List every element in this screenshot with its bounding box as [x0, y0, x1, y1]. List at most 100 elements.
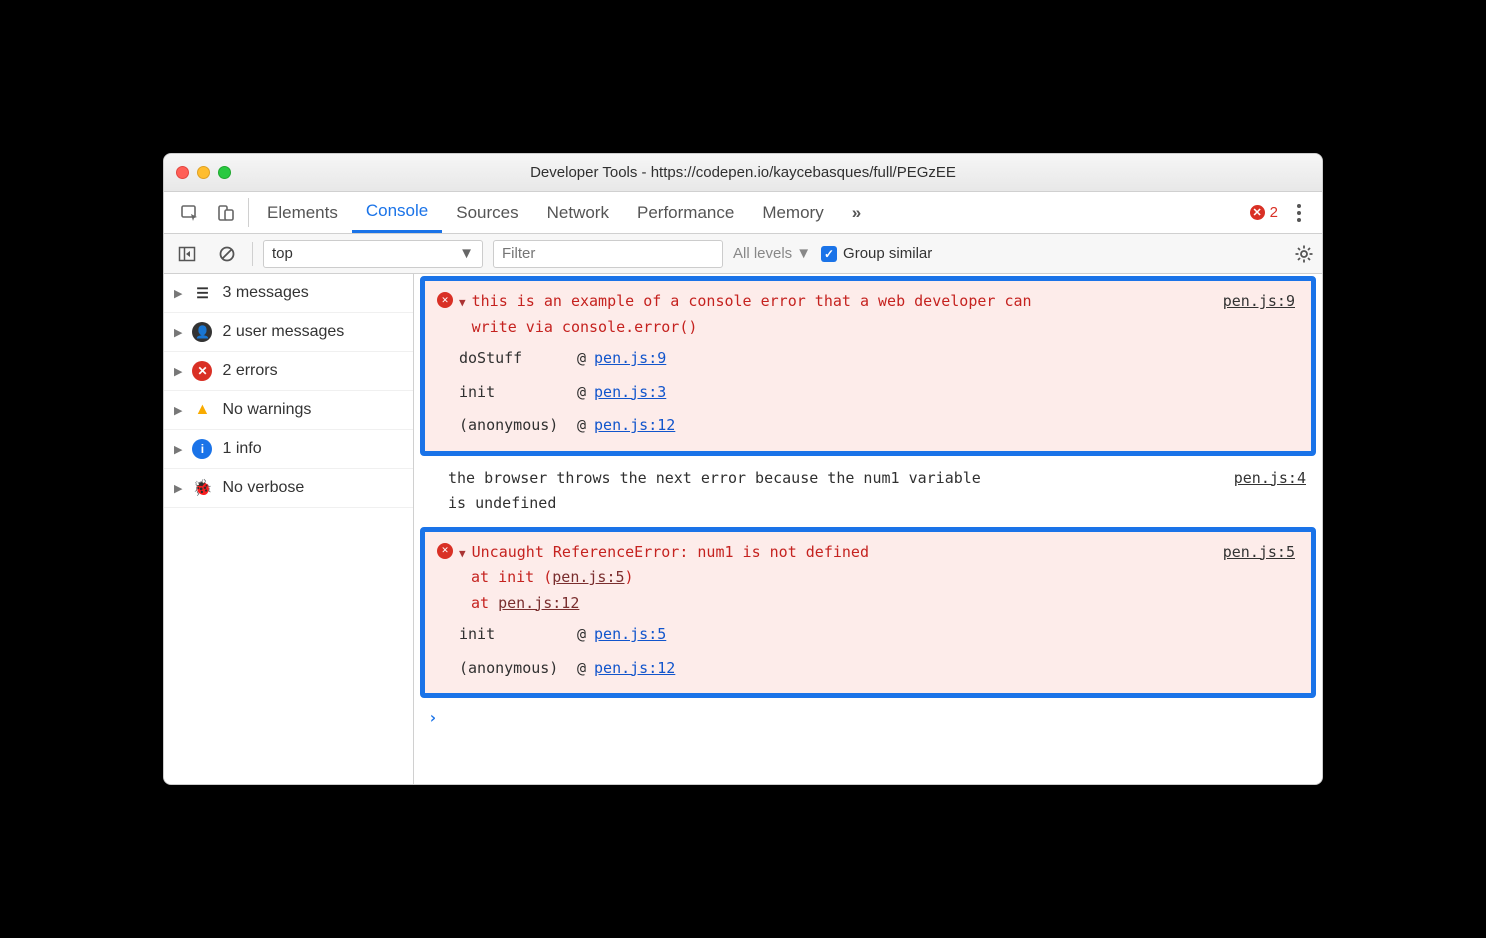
console-prompt[interactable]: › [414, 700, 1322, 735]
console-filter-bar: top ▼ All levels ▼ ✓ Group similar [164, 234, 1322, 274]
console-sidebar: ▶ ☰ 3 messages ▶ 👤 2 user messages ▶ ✕ 2… [164, 274, 414, 784]
tab-console[interactable]: Console [352, 192, 442, 233]
tab-performance[interactable]: Performance [623, 192, 748, 233]
trace-location-link[interactable]: pen.js:12 [498, 594, 579, 612]
error-icon: ✕ [437, 292, 453, 308]
tab-memory[interactable]: Memory [748, 192, 837, 233]
expand-icon: ▶ [174, 404, 182, 417]
stack-function: (anonymous) [459, 656, 569, 682]
user-icon: 👤 [192, 322, 212, 342]
stack-frame[interactable]: init @ pen.js:5 [459, 618, 1299, 652]
expand-icon: ▶ [174, 443, 182, 456]
error-icon: ✕ [1250, 205, 1265, 220]
source-link[interactable]: pen.js:5 [1223, 540, 1295, 566]
sidebar-item-verbose[interactable]: ▶ 🐞 No verbose [164, 469, 413, 508]
source-link[interactable]: pen.js:9 [1223, 289, 1295, 315]
stack-function: init [459, 380, 569, 406]
sidebar-label: No warnings [222, 401, 311, 419]
error-trace-line: at pen.js:12 [437, 591, 1299, 617]
expand-icon: ▶ [174, 365, 182, 378]
bug-icon: 🐞 [192, 478, 212, 498]
disclosure-icon[interactable]: ▼ [459, 545, 466, 564]
stack-frame[interactable]: (anonymous) @ pen.js:12 [459, 409, 1299, 443]
dropdown-icon: ▼ [796, 245, 811, 262]
sidebar-item-warnings[interactable]: ▶ ▲ No warnings [164, 391, 413, 430]
sidebar-label: No verbose [222, 479, 304, 497]
sidebar-label: 2 errors [222, 362, 277, 380]
toggle-sidebar-icon[interactable] [172, 245, 202, 263]
sidebar-item-messages[interactable]: ▶ ☰ 3 messages [164, 274, 413, 313]
expand-icon: ▶ [174, 482, 182, 495]
stack-location-link[interactable]: pen.js:12 [594, 656, 675, 682]
stack-trace: init @ pen.js:5 (anonymous) @ pen.js:12 [459, 618, 1299, 685]
tabs-overflow[interactable]: » [838, 192, 875, 233]
highlight-box: pen.js:9 ✕ ▼ this is an example of a con… [420, 276, 1316, 456]
error-text: Uncaught ReferenceError: num1 is not def… [472, 540, 869, 566]
group-similar-checkbox[interactable]: ✓ Group similar [821, 245, 932, 262]
sidebar-item-info[interactable]: ▶ i 1 info [164, 430, 413, 469]
warning-icon: ▲ [192, 400, 212, 420]
error-text: this is an example of a console error th… [472, 289, 1032, 340]
traffic-lights [176, 166, 231, 179]
stack-frame[interactable]: (anonymous) @ pen.js:12 [459, 652, 1299, 686]
source-link[interactable]: pen.js:4 [1234, 466, 1306, 492]
group-similar-label: Group similar [843, 245, 932, 262]
close-window-button[interactable] [176, 166, 189, 179]
main-toolbar: Elements Console Sources Network Perform… [164, 192, 1322, 234]
info-icon: i [192, 439, 212, 459]
expand-icon: ▶ [174, 287, 182, 300]
trace-location-link[interactable]: pen.js:5 [552, 568, 624, 586]
minimize-window-button[interactable] [197, 166, 210, 179]
list-icon: ☰ [192, 283, 212, 303]
error-trace-line: at init (pen.js:5) [437, 565, 1299, 591]
checkbox-checked-icon: ✓ [821, 246, 837, 262]
console-error-message[interactable]: pen.js:9 ✕ ▼ this is an example of a con… [425, 281, 1311, 451]
console-body: ▶ ☰ 3 messages ▶ 👤 2 user messages ▶ ✕ 2… [164, 274, 1322, 784]
sidebar-label: 2 user messages [222, 323, 344, 341]
separator [252, 242, 253, 266]
devtools-window: Developer Tools - https://codepen.io/kay… [163, 153, 1323, 785]
filter-input[interactable] [493, 240, 723, 268]
separator [248, 198, 249, 227]
console-settings-icon[interactable] [1294, 244, 1314, 264]
console-log-message[interactable]: pen.js:4 the browser throws the next err… [414, 458, 1322, 525]
stack-location-link[interactable]: pen.js:5 [594, 622, 666, 648]
stack-at: @ [577, 622, 586, 648]
stack-location-link[interactable]: pen.js:3 [594, 380, 666, 406]
console-messages: pen.js:9 ✕ ▼ this is an example of a con… [414, 274, 1322, 784]
stack-frame[interactable]: doStuff @ pen.js:9 [459, 342, 1299, 376]
stack-trace: doStuff @ pen.js:9 init @ pen.js:3 (anon… [459, 342, 1299, 443]
titlebar: Developer Tools - https://codepen.io/kay… [164, 154, 1322, 192]
error-icon: ✕ [437, 543, 453, 559]
error-count-badge[interactable]: ✕ 2 [1250, 204, 1278, 221]
sidebar-item-user-messages[interactable]: ▶ 👤 2 user messages [164, 313, 413, 352]
sidebar-label: 1 info [222, 440, 261, 458]
expand-icon: ▶ [174, 326, 182, 339]
maximize-window-button[interactable] [218, 166, 231, 179]
stack-location-link[interactable]: pen.js:12 [594, 413, 675, 439]
device-toggle-icon[interactable] [208, 192, 244, 233]
inspect-element-icon[interactable] [172, 192, 208, 233]
clear-console-icon[interactable] [212, 245, 242, 263]
log-text: the browser throws the next error becaus… [426, 466, 1006, 517]
stack-location-link[interactable]: pen.js:9 [594, 346, 666, 372]
dropdown-icon: ▼ [459, 245, 474, 262]
context-selector[interactable]: top ▼ [263, 240, 483, 268]
tab-sources[interactable]: Sources [442, 192, 532, 233]
window-title: Developer Tools - https://codepen.io/kay… [164, 164, 1322, 181]
toolbar-right: ✕ 2 [1250, 192, 1314, 233]
level-label: All levels [733, 245, 792, 262]
tab-network[interactable]: Network [533, 192, 623, 233]
sidebar-item-errors[interactable]: ▶ ✕ 2 errors [164, 352, 413, 391]
disclosure-icon[interactable]: ▼ [459, 294, 466, 313]
log-level-selector[interactable]: All levels ▼ [733, 245, 811, 262]
console-error-message[interactable]: pen.js:5 ✕ ▼ Uncaught ReferenceError: nu… [425, 532, 1311, 694]
stack-function: init [459, 622, 569, 648]
error-count: 2 [1270, 204, 1278, 221]
sidebar-label: 3 messages [222, 284, 308, 302]
context-value: top [272, 245, 293, 262]
error-icon: ✕ [192, 361, 212, 381]
more-options-icon[interactable] [1288, 204, 1310, 222]
stack-frame[interactable]: init @ pen.js:3 [459, 376, 1299, 410]
tab-elements[interactable]: Elements [253, 192, 352, 233]
